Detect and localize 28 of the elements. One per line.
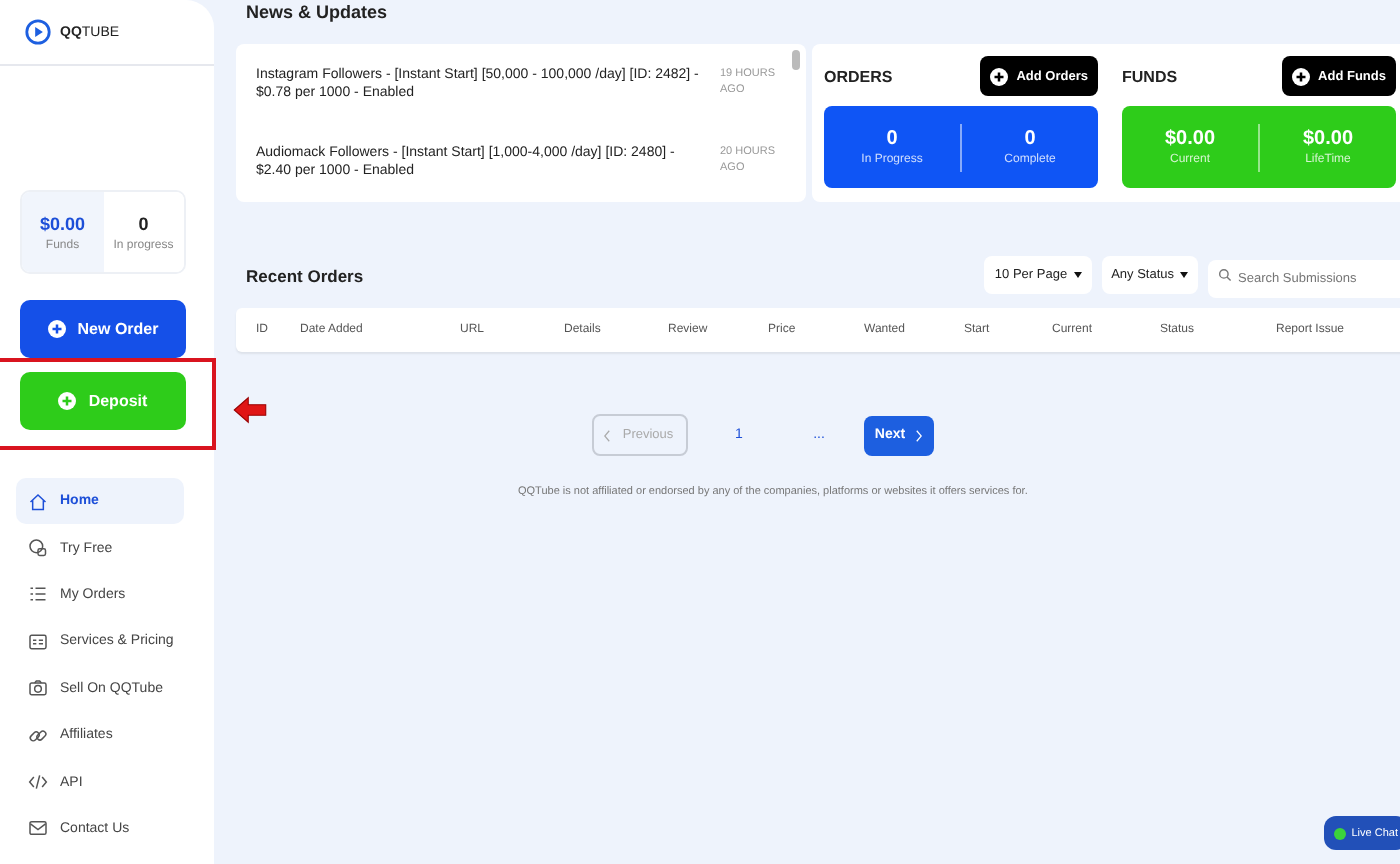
funds-amount: $0.00	[39, 213, 86, 233]
link-icon	[28, 725, 48, 746]
plus-icon	[47, 320, 66, 338]
stat-value: $0.00	[1302, 128, 1354, 150]
search-icon	[1218, 268, 1232, 282]
new-order-button[interactable]: New Order	[20, 300, 186, 358]
panel-title: ORDERS	[824, 67, 893, 85]
in-progress-count: 0	[138, 213, 149, 233]
home-icon	[28, 491, 48, 512]
stat-value: $0.00	[1164, 128, 1216, 150]
arrow-icon	[232, 396, 268, 424]
plus-icon	[58, 392, 77, 410]
code-icon	[28, 772, 48, 793]
card-icon	[28, 631, 48, 652]
list-icon	[28, 584, 48, 605]
news-title: News & Updates	[244, 0, 390, 26]
mail-icon	[28, 818, 48, 839]
stat-value: 0	[886, 128, 898, 150]
plus-icon	[1292, 67, 1311, 85]
play-logo-icon	[24, 18, 52, 46]
plus-icon	[990, 67, 1009, 85]
recent-orders-title: Recent Orders	[244, 265, 364, 285]
scrollbar[interactable]	[792, 50, 800, 70]
chevron-left-icon	[604, 429, 611, 441]
camera-icon	[28, 678, 48, 699]
chevron-right-icon	[915, 429, 922, 441]
stat-value: 0	[1024, 128, 1036, 150]
panel-title: FUNDS	[1122, 67, 1178, 85]
